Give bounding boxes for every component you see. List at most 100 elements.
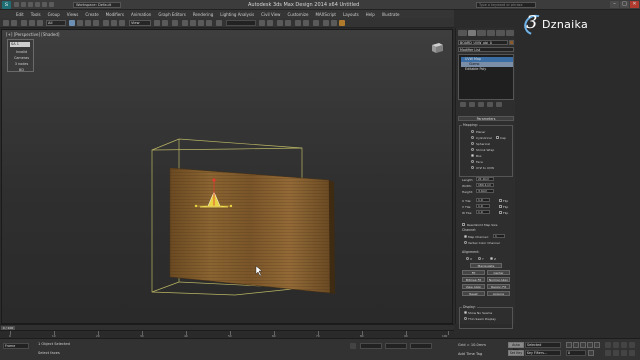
menu-create[interactable]: Create (85, 12, 98, 17)
vflip-checkbox[interactable] (499, 205, 502, 208)
reference-coordinate-dropdown[interactable]: View (129, 20, 151, 26)
fit-button[interactable]: Fit (462, 270, 485, 275)
zoom-extents-all-icon[interactable] (629, 342, 635, 348)
cap-checkbox[interactable] (496, 136, 499, 139)
stack-item-editable-poly[interactable]: Editable Poly (461, 67, 513, 72)
material-editor-icon[interactable] (313, 20, 319, 26)
radio-cylindrical[interactable] (471, 136, 474, 139)
vtile-spinner[interactable]: 1.0 (476, 204, 490, 208)
menu-group[interactable]: Group (48, 12, 60, 17)
current-frame-field[interactable]: 0 (566, 350, 586, 356)
maximize-viewport-icon[interactable] (629, 350, 635, 356)
radio-box[interactable] (471, 154, 474, 157)
go-to-start-icon[interactable] (566, 342, 572, 348)
bitmap-fit-button[interactable]: Bitmap Fit (462, 277, 485, 282)
object-color-swatch[interactable] (509, 40, 514, 45)
pan-icon[interactable] (613, 350, 619, 356)
select-manipulate-icon[interactable] (162, 20, 168, 26)
x-coordinate-field[interactable] (360, 343, 382, 349)
auto-key-button[interactable]: Auto Key (508, 342, 524, 352)
viewcube-icon[interactable] (430, 42, 444, 54)
track-bar[interactable]: 0 10 20 30 40 50 60 70 80 90 100 (0, 330, 454, 338)
lock-selection-icon[interactable] (350, 343, 356, 349)
select-object-icon[interactable] (69, 20, 75, 26)
keyboard-shortcut-icon[interactable] (172, 20, 178, 26)
set-key-button[interactable]: Set Key (508, 350, 524, 356)
zoom-extents-icon[interactable] (621, 342, 627, 348)
selection-filter-dropdown[interactable]: All (46, 20, 66, 26)
view-align-button[interactable]: View Align (462, 284, 485, 289)
field-of-view-icon[interactable] (605, 350, 611, 356)
height-spinner[interactable]: 3.0cm (476, 189, 494, 193)
radio-align-x[interactable] (466, 257, 469, 260)
acquire-button[interactable]: Acquire (487, 291, 510, 296)
remove-modifier-icon[interactable] (487, 102, 493, 107)
bind-space-warp-icon[interactable] (37, 20, 43, 26)
layer-manager-icon[interactable] (277, 20, 283, 26)
maximize-button[interactable]: □ (620, 1, 629, 8)
play-icon[interactable] (580, 342, 586, 348)
menu-maxscript[interactable]: MAXScript (315, 12, 336, 17)
menu-graph-editors[interactable]: Graph Editors (158, 12, 185, 17)
modifier-list-dropdown[interactable]: Modifier List (458, 47, 514, 52)
menu-tools[interactable]: Tools (31, 12, 41, 17)
menu-edit[interactable]: Edit (16, 12, 24, 17)
width-spinner[interactable]: 180.1cm (476, 183, 494, 187)
schematic-view-icon[interactable] (303, 20, 309, 26)
y-coordinate-field[interactable] (385, 343, 407, 349)
menu-lighting-analysis[interactable]: Lighting Analysis (220, 12, 254, 17)
zoom-icon[interactable] (605, 342, 611, 348)
radio-show-no-seams[interactable] (464, 311, 467, 314)
radio-shrink-wrap[interactable] (471, 148, 474, 151)
edit-named-selection-icon[interactable] (216, 20, 222, 26)
go-to-end-icon[interactable] (594, 342, 600, 348)
render-setup-icon[interactable] (323, 20, 329, 26)
radio-map-channel[interactable] (464, 235, 467, 238)
select-move-icon[interactable] (103, 20, 109, 26)
utilities-tab-icon[interactable] (505, 30, 514, 36)
modifier-stack[interactable]: UVW Map Gizmo Editable Poly (458, 54, 514, 100)
zoom-all-icon[interactable] (613, 342, 619, 348)
radio-thin-seam[interactable] (464, 317, 467, 320)
selected-dropdown[interactable]: Selected (525, 342, 561, 348)
make-unique-icon[interactable] (478, 102, 484, 107)
wflip-checkbox[interactable] (499, 211, 502, 214)
reset-button[interactable]: Reset (462, 291, 485, 296)
show-end-result-icon[interactable] (469, 102, 475, 107)
length-spinner[interactable]: 21.0cm (476, 177, 494, 181)
undo-icon[interactable] (3, 20, 9, 26)
link-icon[interactable] (21, 20, 27, 26)
add-time-tag[interactable]: Add Time Tag (458, 352, 482, 356)
wtile-spinner[interactable]: 1.0 (476, 210, 490, 214)
orbit-icon[interactable] (621, 350, 627, 356)
percent-snap-icon[interactable] (198, 20, 204, 26)
next-frame-icon[interactable] (587, 342, 593, 348)
configure-modifier-sets-icon[interactable] (496, 102, 502, 107)
radio-align-y[interactable] (478, 257, 481, 260)
new-file-icon[interactable] (14, 2, 19, 7)
menu-animation[interactable]: Animation (131, 12, 151, 17)
menu-views[interactable]: Views (67, 12, 79, 17)
menu-help[interactable]: Help (366, 12, 375, 17)
motion-tab-icon[interactable] (486, 30, 495, 36)
parameters-rollout[interactable]: Parameters (458, 116, 514, 121)
manipulate-button[interactable]: Manipulate (470, 263, 502, 268)
pivot-center-icon[interactable] (154, 20, 160, 26)
key-filters-button[interactable]: Key Filters... (525, 350, 561, 356)
hierarchy-tab-icon[interactable] (477, 30, 486, 36)
perspective-viewport[interactable]: [+] [Perspective] [Shaded] SA 1 Invalid … (1, 29, 453, 324)
menu-modifiers[interactable]: Modifiers (106, 12, 124, 17)
open-file-icon[interactable] (21, 2, 26, 7)
graphite-ribbon-icon[interactable] (285, 20, 291, 26)
spinner-snap-icon[interactable] (206, 20, 212, 26)
radio-xyz-to-uvw[interactable] (471, 166, 474, 169)
render-production-icon[interactable] (339, 20, 345, 26)
menu-layouts[interactable]: Layouts (343, 12, 359, 17)
time-configuration-icon[interactable] (588, 350, 594, 356)
radio-planar[interactable] (471, 130, 474, 133)
select-scale-icon[interactable] (119, 20, 125, 26)
normal-align-button[interactable]: Normal Align (487, 277, 510, 282)
select-by-name-icon[interactable] (77, 20, 83, 26)
previous-frame-icon[interactable] (573, 342, 579, 348)
menu-civil-view[interactable]: Civil View (261, 12, 280, 17)
